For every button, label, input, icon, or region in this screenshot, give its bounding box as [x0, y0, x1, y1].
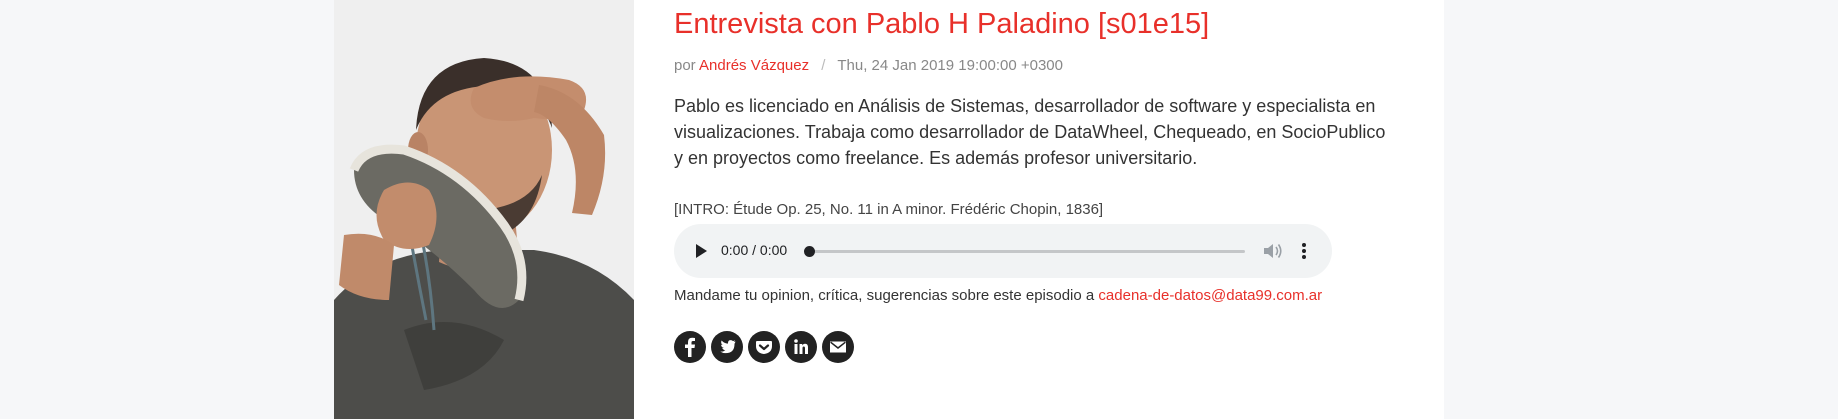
feedback-text: Mandame tu opinion, crítica, sugerencias…: [674, 287, 1099, 304]
feedback-email-link[interactable]: cadena-de-datos@data99.com.ar: [1098, 287, 1322, 304]
progress-thumb[interactable]: [804, 246, 815, 257]
meta-separator: /: [821, 57, 826, 74]
pocket-share-button[interactable]: [748, 331, 780, 363]
linkedin-share-button[interactable]: [785, 331, 817, 363]
twitter-icon: [720, 340, 736, 354]
author-link[interactable]: Andrés Vázquez: [699, 57, 809, 74]
play-icon[interactable]: [692, 242, 710, 260]
episode-photo: [334, 0, 634, 419]
episode-title[interactable]: Entrevista con Pablo H Paladino [s01e15]: [674, 8, 1209, 41]
twitter-share-button[interactable]: [711, 331, 743, 363]
episode-card: Entrevista con Pablo H Paladino [s01e15]…: [334, 0, 1444, 419]
facebook-icon: [685, 337, 695, 357]
more-options-icon[interactable]: [1299, 241, 1309, 261]
linkedin-icon: [794, 339, 808, 354]
facebook-share-button[interactable]: [674, 331, 706, 363]
feedback-line: Mandame tu opinion, crítica, sugerencias…: [674, 287, 1322, 304]
volume-icon[interactable]: [1262, 241, 1284, 261]
audio-player[interactable]: 0:00 / 0:00: [674, 224, 1332, 278]
pocket-icon: [756, 341, 772, 354]
player-time: 0:00 / 0:00: [721, 242, 788, 258]
by-label: por: [674, 57, 696, 74]
email-icon: [830, 341, 846, 353]
intro-credit: [INTRO: Étude Op. 25, No. 11 in A minor.…: [674, 201, 1104, 218]
email-share-button[interactable]: [822, 331, 854, 363]
progress-track[interactable]: [804, 246, 1245, 257]
publish-date: Thu, 24 Jan 2019 19:00:00 +0300: [837, 57, 1063, 74]
episode-meta: por Andrés Vázquez / Thu, 24 Jan 2019 19…: [674, 57, 1063, 74]
guest-photo-illustration: [334, 0, 634, 419]
episode-description: Pablo es licenciado en Análisis de Siste…: [674, 96, 1386, 168]
